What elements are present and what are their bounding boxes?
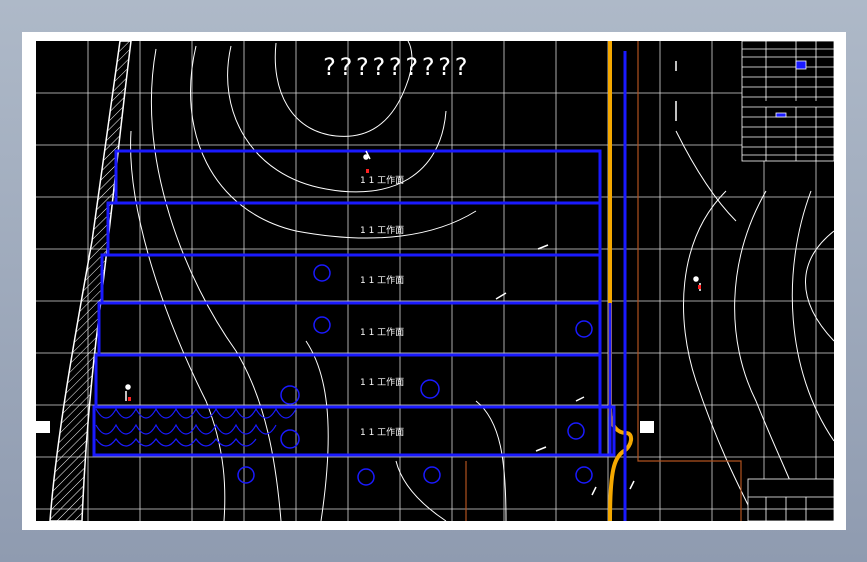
workface-panel: [106, 201, 602, 257]
borehole-symbols: [237, 264, 593, 486]
workface-panel: [100, 253, 602, 305]
workface-label: 1 1 工作面: [360, 176, 405, 186]
contour-line: [130, 130, 226, 521]
boundary-marker: [36, 421, 50, 433]
contour-lines: [130, 41, 834, 521]
contour-line: [805, 230, 834, 342]
borehole-symbol: [420, 379, 440, 399]
borehole-symbol: [575, 466, 593, 484]
workface-label: 1 1 工作面: [360, 378, 405, 388]
cad-drawing-canvas: ????????? 1 1 工作面 1 1 工作面 1 1 工作面 1 1 工作…: [36, 41, 834, 521]
mine-boundary: [465, 41, 742, 521]
borehole-symbol: [313, 264, 331, 282]
borehole-symbol: [237, 466, 255, 484]
boundary-marker: [640, 421, 654, 433]
workface-label: 1 1 工作面: [360, 328, 405, 338]
mine-plan-svg: [36, 41, 834, 521]
borehole-symbol: [423, 466, 441, 484]
borehole-symbol: [313, 316, 331, 334]
workface-label: 1 1 工作面: [360, 226, 405, 236]
workface-panel: [114, 149, 602, 205]
goaf-area: [95, 407, 297, 447]
workface-label: 1 1 工作面: [360, 428, 405, 438]
borehole-symbol: [357, 468, 375, 486]
fault-zone-hatch: [49, 41, 132, 521]
borehole-symbol: [575, 320, 593, 338]
contour-line: [734, 190, 807, 521]
contour-line: [683, 190, 757, 521]
drawing-title: ?????????: [322, 53, 471, 81]
title-block: [747, 478, 834, 521]
coordinate-grid: [36, 41, 834, 521]
contour-line: [150, 48, 282, 521]
contour-line: [675, 130, 737, 222]
contour-line: [475, 400, 507, 521]
legend-table: [741, 41, 834, 162]
contour-line: [305, 340, 329, 521]
contour-line: [791, 190, 834, 442]
borehole-symbol: [567, 422, 585, 440]
workface-label: 1 1 工作面: [360, 276, 405, 286]
